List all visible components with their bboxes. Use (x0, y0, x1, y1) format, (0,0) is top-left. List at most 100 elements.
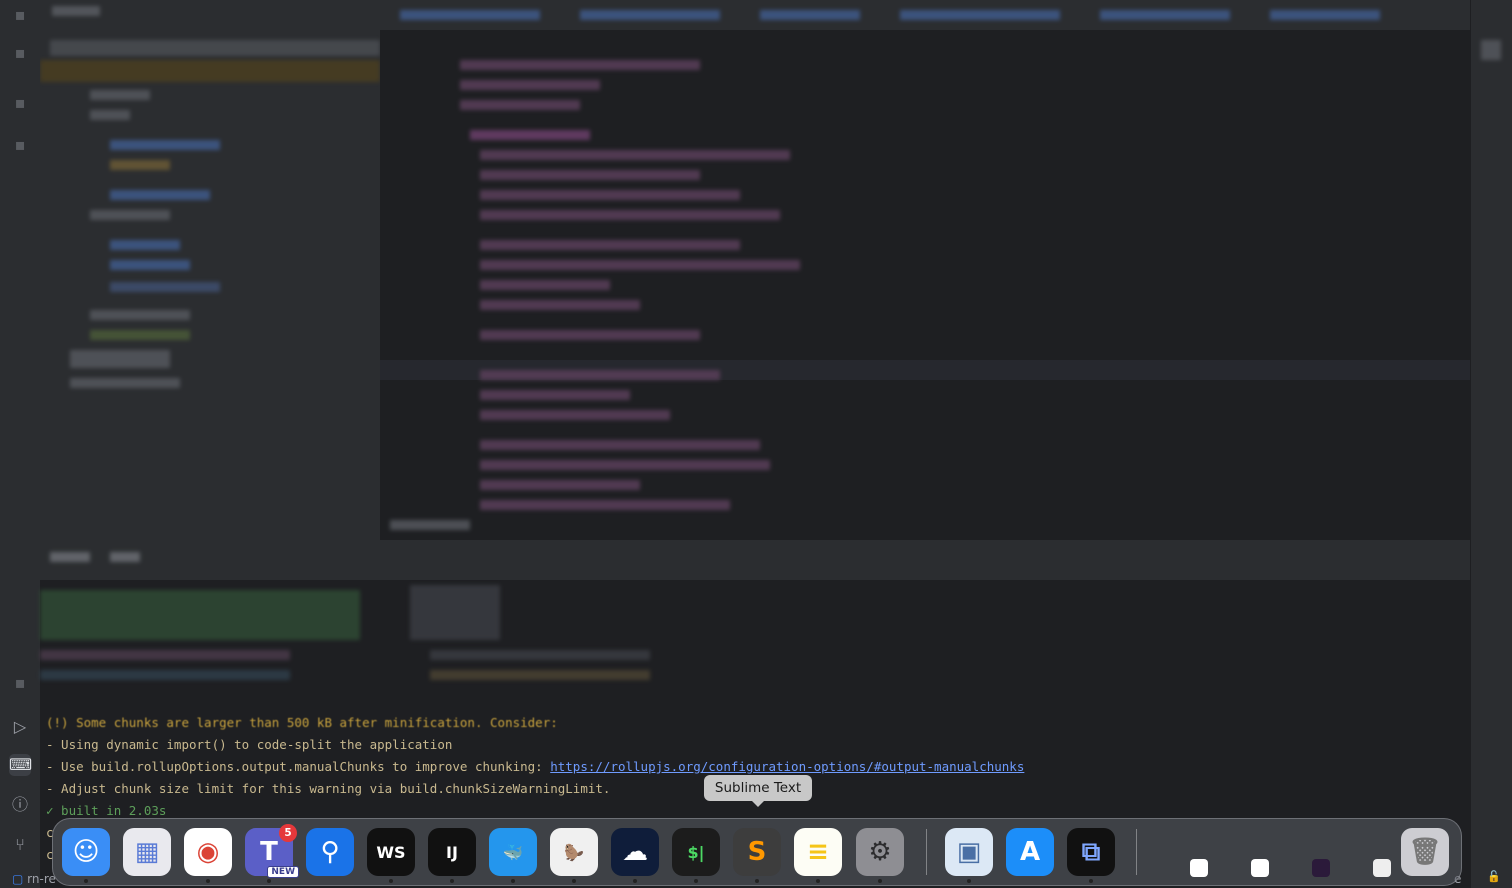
terminal-icon[interactable]: $| (672, 828, 720, 883)
running-indicator (84, 879, 88, 883)
finder-icon[interactable]: ☺ (62, 828, 110, 883)
chrome-icon-glyph: ◉ (196, 837, 220, 867)
teams-icon[interactable]: T 5 NEW (245, 824, 299, 883)
settings-icon[interactable]: ⚙ (856, 828, 904, 883)
project-root-row[interactable] (50, 40, 380, 56)
intellij-icon[interactable]: IJ (428, 828, 476, 883)
minimized-chrome-window-icon[interactable] (1251, 859, 1269, 877)
webstorm-icon-glyph: WS (376, 842, 406, 862)
project-tool-icon[interactable]: ▪ (9, 4, 31, 26)
commit-tool-icon[interactable]: ▪ (9, 42, 31, 64)
code-line (470, 130, 590, 140)
code-line (480, 300, 640, 310)
structure-tool-icon[interactable]: ▪ (9, 92, 31, 114)
tree-row[interactable] (90, 90, 150, 100)
tab-file[interactable] (1100, 10, 1230, 20)
running-indicator (572, 879, 576, 883)
build-output-blurred (40, 590, 360, 640)
cloud-shell-icon[interactable]: ☁ (611, 828, 659, 883)
code-line (480, 480, 640, 490)
code-editor[interactable] (380, 0, 1470, 540)
tree-row[interactable] (90, 310, 190, 320)
rollup-docs-link[interactable]: https://rollupjs.org/configuration-optio… (550, 759, 1024, 774)
screen-capture-icon-glyph: ⧉ (1081, 836, 1101, 867)
running-indicator (633, 879, 637, 883)
password-icon-glyph: ⚲ (320, 837, 340, 867)
selected-tree-row[interactable] (40, 60, 380, 82)
tree-row[interactable] (70, 378, 180, 388)
tree-row[interactable] (110, 140, 220, 150)
terminal-tab[interactable] (110, 552, 140, 562)
tree-row[interactable] (110, 190, 210, 200)
code-line (480, 410, 670, 420)
trash-icon[interactable]: 🗑 (1401, 828, 1449, 876)
webstorm-icon[interactable]: WS (367, 828, 415, 883)
code-line (460, 100, 580, 110)
code-line (480, 170, 700, 180)
plugins-tool-icon[interactable]: ▪ (9, 672, 31, 694)
minimized-chrome-window-icon[interactable] (1190, 859, 1208, 877)
lock-icon[interactable]: 🔓 (1487, 870, 1501, 883)
running-indicator (755, 879, 759, 883)
code-line (480, 260, 800, 270)
tree-row[interactable] (70, 350, 170, 368)
code-line (480, 150, 790, 160)
running-indicator (389, 879, 393, 883)
minimized-intellij-window-icon[interactable] (1312, 859, 1330, 877)
notifications-icon[interactable] (1481, 40, 1501, 60)
docker-icon[interactable]: 🐳 (489, 828, 537, 883)
code-line (480, 370, 720, 380)
tree-row[interactable] (110, 282, 220, 292)
dock-separator (926, 829, 927, 875)
tab-file[interactable] (400, 10, 540, 20)
project-square-icon: ▢ (12, 872, 24, 886)
tree-row[interactable] (110, 160, 170, 170)
tab-file[interactable] (580, 10, 720, 20)
code-line (480, 440, 760, 450)
code-line (480, 330, 700, 340)
intellij-icon-glyph: IJ (446, 842, 458, 862)
notes-icon[interactable]: ≡ (794, 828, 842, 883)
dbeaver-icon-glyph: 🦫 (564, 842, 584, 862)
tree-row[interactable] (110, 240, 180, 250)
new-tag: NEW (267, 866, 299, 878)
chrome-icon[interactable]: ◉ (184, 828, 232, 883)
tab-file[interactable] (900, 10, 1060, 20)
status-bar-project[interactable]: ▢ rn-re (12, 872, 56, 886)
terminal-tool-icon[interactable]: ⌨ (9, 754, 32, 776)
cloud-shell-icon-glyph: ☁ (622, 837, 648, 867)
code-line (460, 80, 600, 90)
notification-badge: 5 (279, 824, 297, 842)
git-tool-icon[interactable]: ⑂ (9, 834, 31, 856)
code-line (480, 460, 770, 470)
terminal-tab[interactable] (50, 552, 90, 562)
tree-row[interactable] (110, 260, 190, 270)
app-store-icon[interactable]: A (1006, 828, 1054, 876)
problems-tool-icon[interactable]: ⓘ (9, 794, 31, 816)
launchpad-icon[interactable]: ▦ (123, 828, 171, 876)
screen-capture-icon[interactable]: ⧉ (1067, 828, 1115, 883)
running-indicator (206, 879, 210, 883)
password-icon[interactable]: ⚲ (306, 828, 354, 876)
tab-file[interactable] (1270, 10, 1380, 20)
code-line (480, 240, 740, 250)
running-indicator (511, 879, 515, 883)
minimized-dbeaver-window-icon[interactable] (1373, 859, 1391, 877)
chunk-warning-line: (!) Some chunks are larger than 500 kB a… (46, 715, 558, 730)
code-line (480, 210, 780, 220)
app-store-icon-glyph: A (1019, 837, 1041, 867)
tree-row[interactable] (90, 330, 190, 340)
project-panel (40, 0, 380, 540)
tab-file[interactable] (760, 10, 860, 20)
tree-row[interactable] (90, 210, 170, 220)
tree-row[interactable] (90, 110, 130, 120)
sublime-icon[interactable]: S (733, 828, 781, 883)
run-tool-icon[interactable]: ▷ (9, 716, 31, 738)
finder-icon-glyph: ☺ (72, 837, 100, 867)
docker-icon-glyph: 🐳 (503, 842, 523, 862)
bookmarks-tool-icon[interactable]: ▪ (9, 134, 31, 156)
breadcrumb[interactable] (390, 520, 470, 530)
terminal-line: - Using dynamic import() to code-split t… (46, 737, 453, 752)
preview-icon[interactable]: ▣ (945, 828, 993, 883)
dbeaver-icon[interactable]: 🦫 (550, 828, 598, 883)
